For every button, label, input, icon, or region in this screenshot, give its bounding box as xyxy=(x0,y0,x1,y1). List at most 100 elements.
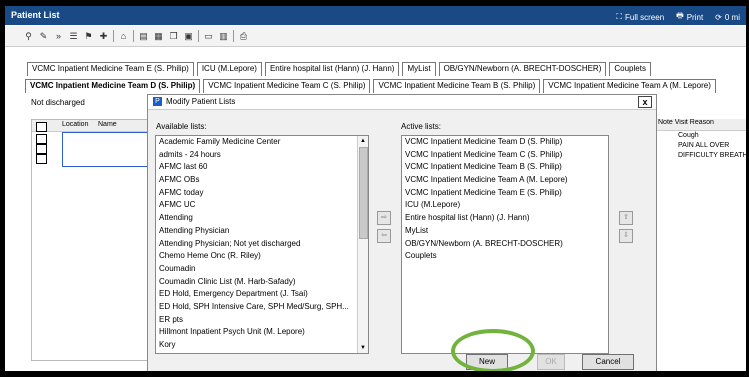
active-lists-listbox[interactable]: VCMC Inpatient Medicine Team D (S. Phili… xyxy=(401,135,609,354)
home-icon[interactable]: ⌂ xyxy=(118,31,129,42)
grid-header: Location Name xyxy=(32,120,152,132)
available-list-item[interactable]: Hillmont Inpatient Psych Unit (M. Lepore… xyxy=(156,326,368,339)
clipboard-icon[interactable]: ▣ xyxy=(183,31,194,42)
calendar-icon[interactable]: ▦ xyxy=(153,31,164,42)
available-list-item[interactable]: Attending Physician xyxy=(156,225,368,238)
available-list-item[interactable]: Kory xyxy=(156,339,368,352)
move-up-button[interactable]: ⇧ xyxy=(619,211,633,225)
available-list-item[interactable]: Attending Physician; Not yet discharged xyxy=(156,238,368,251)
row-checkbox[interactable] xyxy=(36,122,47,132)
print-small-icon[interactable]: ⎙ xyxy=(238,31,249,42)
move-right-button[interactable]: ⇨ xyxy=(377,211,391,225)
visit-reason-grid: Note Visit Reason Cough PAIN ALL OVER DI… xyxy=(655,119,746,359)
available-list-item[interactable]: ER pts xyxy=(156,314,368,327)
scroll-thumb[interactable] xyxy=(359,147,368,239)
toolbar-divider xyxy=(113,30,114,42)
modify-patient-lists-dialog: P Modify Patient Lists x Available lists… xyxy=(147,94,657,371)
selected-row[interactable] xyxy=(62,132,152,167)
ok-button[interactable]: OK xyxy=(537,354,565,370)
available-list-item[interactable]: Coumadin Clinic List (M. Harb-Safady) xyxy=(156,276,368,289)
tab-couplets[interactable]: Couplets xyxy=(609,62,651,76)
patient-list-window: Patient List ⛶ Full screen 🖶 Print ⟳ 0 mi ⚲… xyxy=(5,6,746,371)
forward-icon[interactable]: » xyxy=(53,31,64,42)
table-row[interactable]: PAIN ALL OVER xyxy=(656,141,746,151)
fullscreen-button[interactable]: ⛶ Full screen xyxy=(616,10,664,24)
active-list-item[interactable]: Entire hospital list (Hann) (J. Hann) xyxy=(402,212,608,225)
scroll-up-icon[interactable]: ▲ xyxy=(358,136,368,146)
move-left-button[interactable]: ⇦ xyxy=(377,229,391,243)
active-list-item[interactable]: VCMC Inpatient Medicine Team B (S. Phili… xyxy=(402,161,608,174)
tab-team-a[interactable]: VCMC Inpatient Medicine Team A (M. Lepor… xyxy=(543,79,716,93)
col-name[interactable]: Name xyxy=(98,121,117,128)
active-list-item[interactable]: ICU (M.Lepore) xyxy=(402,199,608,212)
fullscreen-icon: ⛶ xyxy=(616,12,623,21)
tab-team-e[interactable]: VCMC Inpatient Medicine Team E (S. Phili… xyxy=(27,62,194,76)
available-list-item[interactable]: ED Hold, Emergency Department (J. Tsai) xyxy=(156,288,368,301)
arrow-left-icon: ⇦ xyxy=(381,232,387,239)
tab-row-2: VCMC Inpatient Medicine Team D (S. Phili… xyxy=(25,79,719,93)
available-list-item[interactable]: AFMC UC xyxy=(156,199,368,212)
dialog-title-bar: P Modify Patient Lists x xyxy=(148,95,656,110)
cancel-button[interactable]: Cancel xyxy=(582,354,634,370)
close-icon[interactable]: x xyxy=(638,96,652,108)
active-list-item[interactable]: Couplets xyxy=(402,250,608,263)
col-location[interactable]: Location xyxy=(62,121,88,128)
row-checkbox[interactable] xyxy=(36,154,47,164)
available-list-item[interactable]: AFMC last 60 xyxy=(156,161,368,174)
available-scrollbar[interactable]: ▲ ▼ xyxy=(357,136,368,353)
dialog-title: Modify Patient Lists xyxy=(166,97,236,106)
tab-entire-hospital[interactable]: Entire hospital list (Hann) (J. Hann) xyxy=(264,62,400,76)
active-list-item[interactable]: VCMC Inpatient Medicine Team A (M. Lepor… xyxy=(402,174,608,187)
tab-icu[interactable]: ICU (M.Lepore) xyxy=(196,62,262,76)
available-lists-listbox[interactable]: Academic Family Medicine Center admits - … xyxy=(155,135,369,354)
available-list-item[interactable]: admits - 24 hours xyxy=(156,149,368,162)
toolbar-divider xyxy=(133,30,134,42)
active-list-item[interactable]: VCMC Inpatient Medicine Team E (S. Phili… xyxy=(402,187,608,200)
available-lists-label: Available lists: xyxy=(156,122,207,131)
active-list-item[interactable]: MyList xyxy=(402,225,608,238)
add-icon[interactable]: ✚ xyxy=(98,31,109,42)
chart-icon[interactable]: ▥ xyxy=(218,31,229,42)
active-list-item[interactable]: VCMC Inpatient Medicine Team D (S. Phili… xyxy=(402,136,608,149)
table-row[interactable]: DIFFICULTY BREATHING xyxy=(656,151,746,161)
refresh-icon: ⟳ xyxy=(715,12,722,22)
print-button[interactable]: 🖶 Print xyxy=(676,10,703,24)
refresh-button[interactable]: ⟳ 0 mi xyxy=(715,10,740,24)
copy-icon[interactable]: ❐ xyxy=(168,31,179,42)
active-lists-label: Active lists: xyxy=(401,122,442,131)
tab-row-1: VCMC Inpatient Medicine Team E (S. Phili… xyxy=(27,62,654,76)
list-icon[interactable]: ☰ xyxy=(68,31,79,42)
row-checkbox[interactable] xyxy=(36,134,47,144)
available-list-item[interactable]: ED Hold, SPH Intensive Care, SPH Med/Sur… xyxy=(156,301,368,314)
available-list-item[interactable]: Academic Family Medicine Center xyxy=(156,136,368,149)
tab-team-c[interactable]: VCMC Inpatient Medicine Team C (S. Phili… xyxy=(203,79,371,93)
tab-team-d[interactable]: VCMC Inpatient Medicine Team D (S. Phili… xyxy=(25,79,201,93)
filter-label: Not discharged xyxy=(31,98,85,107)
available-list-item[interactable]: Attending xyxy=(156,212,368,225)
toolbar-divider xyxy=(233,30,234,42)
flag-icon[interactable]: ⚑ xyxy=(83,31,94,42)
document-icon[interactable]: ▤ xyxy=(138,31,149,42)
active-list-item[interactable]: VCMC Inpatient Medicine Team C (S. Phili… xyxy=(402,149,608,162)
tab-obgyn[interactable]: OB/GYN/Newborn (A. BRECHT-DOSCHER) xyxy=(438,62,607,76)
active-list-item[interactable]: OB/GYN/Newborn (A. BRECHT-DOSCHER) xyxy=(402,238,608,251)
scroll-down-icon[interactable]: ▼ xyxy=(358,343,368,353)
table-row[interactable]: Cough xyxy=(656,131,746,141)
tab-team-b[interactable]: VCMC Inpatient Medicine Team B (S. Phili… xyxy=(373,79,541,93)
edit-icon[interactable]: ✎ xyxy=(38,31,49,42)
available-list-item[interactable]: Chemo Heme Onc (R. Riley) xyxy=(156,250,368,263)
highlight-annotation xyxy=(451,329,535,371)
toolbar: ⚲ ✎ » ☰ ⚑ ✚ ⌂ ▤ ▦ ❐ ▣ ▭ ▥ ⎙ xyxy=(5,26,746,47)
available-list-item[interactable]: AFMC OBs xyxy=(156,174,368,187)
available-list-item[interactable]: Coumadin xyxy=(156,263,368,276)
move-down-button[interactable]: ⇩ xyxy=(619,229,633,243)
title-bar: Patient List ⛶ Full screen 🖶 Print ⟳ 0 mi xyxy=(5,6,746,25)
available-list-item[interactable]: AFMC today xyxy=(156,187,368,200)
pin-icon[interactable]: ⚲ xyxy=(23,31,34,42)
arrow-up-icon: ⇧ xyxy=(623,214,629,221)
toolbar-divider xyxy=(198,30,199,42)
card-icon[interactable]: ▭ xyxy=(203,31,214,42)
visit-reason-header[interactable]: Note Visit Reason xyxy=(656,119,746,131)
tab-mylist[interactable]: MyList xyxy=(402,62,436,76)
row-checkbox[interactable] xyxy=(36,144,47,154)
